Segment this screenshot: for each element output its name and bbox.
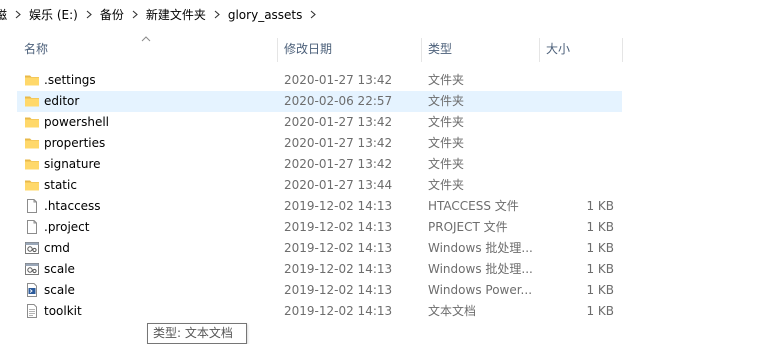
batch-file-icon — [24, 261, 40, 277]
file-type: 文件夹 — [428, 73, 465, 87]
chevron-right-icon[interactable] — [11, 4, 25, 26]
file-row[interactable]: properties 2020-01-27 13:42 文件夹 — [17, 133, 622, 154]
file-name: powershell — [44, 115, 109, 129]
breadcrumb-item-new-folder[interactable]: 新建文件夹 — [142, 4, 210, 26]
file-size: 1 KB — [586, 262, 614, 276]
breadcrumb-item-computer[interactable]: 磁 — [0, 4, 11, 26]
file-name: toolkit — [44, 304, 82, 318]
file-name: scale — [44, 262, 75, 276]
file-modified-date: 2019-12-02 14:13 — [284, 283, 393, 297]
file-type: Windows Power... — [428, 283, 533, 297]
folder-icon — [24, 114, 40, 130]
file-modified-date: 2019-12-02 14:13 — [284, 241, 393, 255]
file-name: .settings — [44, 73, 96, 87]
file-name: .htaccess — [44, 199, 101, 213]
file-list: .settings 2020-01-27 13:42 文件夹 editor 2020-0… — [17, 70, 622, 322]
file-icon — [24, 219, 40, 235]
file-row[interactable]: .project 2019-12-02 14:13 PROJECT 文件 1 KB — [17, 217, 622, 238]
column-divider[interactable] — [622, 38, 623, 62]
breadcrumb-item-drive[interactable]: 娱乐 (E:) — [25, 4, 82, 26]
file-modified-date: 2020-02-06 22:57 — [284, 94, 393, 108]
file-type: 文件夹 — [428, 115, 465, 129]
file-modified-date: 2019-12-02 14:13 — [284, 304, 393, 318]
folder-icon — [24, 135, 40, 151]
column-header-name[interactable]: 名称 — [17, 36, 277, 62]
folder-icon — [24, 156, 40, 172]
file-size: 1 KB — [586, 304, 614, 318]
breadcrumb: 磁 娱乐 (E:) 备份 新建文件夹 glory_assets — [0, 0, 757, 29]
file-size: 1 KB — [586, 283, 614, 297]
file-row[interactable]: static 2020-01-27 13:44 文件夹 — [17, 175, 622, 196]
file-row[interactable]: signature 2020-01-27 13:42 文件夹 — [17, 154, 622, 175]
file-type: 文件夹 — [428, 136, 465, 150]
folder-icon — [24, 72, 40, 88]
file-type: 文件夹 — [428, 178, 465, 192]
file-name: properties — [44, 136, 106, 150]
file-modified-date: 2020-01-27 13:42 — [284, 157, 393, 171]
column-header-type[interactable]: 类型 — [421, 36, 539, 62]
chevron-right-icon[interactable] — [210, 4, 224, 26]
file-name: static — [44, 178, 77, 192]
file-modified-date: 2020-01-27 13:42 — [284, 73, 393, 87]
file-type: PROJECT 文件 — [428, 220, 508, 234]
powershell-file-icon — [24, 282, 40, 298]
file-row[interactable]: scale 2019-12-02 14:13 Windows 批处理... 1 KB — [17, 259, 622, 280]
text-file-icon — [24, 303, 40, 319]
file-type: Windows 批处理... — [428, 262, 533, 276]
file-size: 1 KB — [586, 199, 614, 213]
chevron-right-icon[interactable] — [306, 4, 320, 26]
file-size: 1 KB — [586, 241, 614, 255]
file-icon — [24, 198, 40, 214]
file-type: 文件夹 — [428, 157, 465, 171]
breadcrumb-item-current[interactable]: glory_assets — [224, 4, 307, 26]
file-type: 文本文档 — [428, 304, 477, 318]
file-name: signature — [44, 157, 101, 171]
file-modified-date: 2019-12-02 14:13 — [284, 220, 393, 234]
file-type: Windows 批处理... — [428, 241, 533, 255]
chevron-right-icon[interactable] — [82, 4, 96, 26]
tooltip: 类型: 文本文档 — [147, 323, 247, 344]
file-name: cmd — [44, 241, 70, 255]
file-modified-date: 2020-01-27 13:42 — [284, 136, 393, 150]
column-header-size[interactable]: 大小 — [539, 36, 622, 62]
file-size: 1 KB — [586, 220, 614, 234]
folder-icon — [24, 177, 40, 193]
file-row[interactable]: editor 2020-02-06 22:57 文件夹 — [17, 91, 622, 112]
file-modified-date: 2019-12-02 14:13 — [284, 199, 393, 213]
chevron-right-icon[interactable] — [128, 4, 142, 26]
file-row[interactable]: .htaccess 2019-12-02 14:13 HTACCESS 文件 1 KB — [17, 196, 622, 217]
column-header-row: 名称 修改日期 类型 大小 — [0, 36, 757, 62]
file-type: HTACCESS 文件 — [428, 199, 519, 213]
file-row[interactable]: powershell 2020-01-27 13:42 文件夹 — [17, 112, 622, 133]
file-row[interactable]: cmd 2019-12-02 14:13 Windows 批处理... 1 KB — [17, 238, 622, 259]
file-row[interactable]: toolkit 2019-12-02 14:13 文本文档 1 KB — [17, 301, 622, 322]
folder-icon — [24, 93, 40, 109]
file-name: scale — [44, 283, 75, 297]
file-modified-date: 2020-01-27 13:44 — [284, 178, 393, 192]
file-name: .project — [44, 220, 90, 234]
file-modified-date: 2019-12-02 14:13 — [284, 262, 393, 276]
file-row[interactable]: .settings 2020-01-27 13:42 文件夹 — [17, 70, 622, 91]
breadcrumb-item-backup[interactable]: 备份 — [96, 4, 128, 26]
batch-file-icon — [24, 240, 40, 256]
file-type: 文件夹 — [428, 94, 465, 108]
column-header-date[interactable]: 修改日期 — [277, 36, 421, 62]
file-modified-date: 2020-01-27 13:42 — [284, 115, 393, 129]
file-row[interactable]: scale 2019-12-02 14:13 Windows Power... 1 K… — [17, 280, 622, 301]
file-name: editor — [44, 94, 80, 108]
